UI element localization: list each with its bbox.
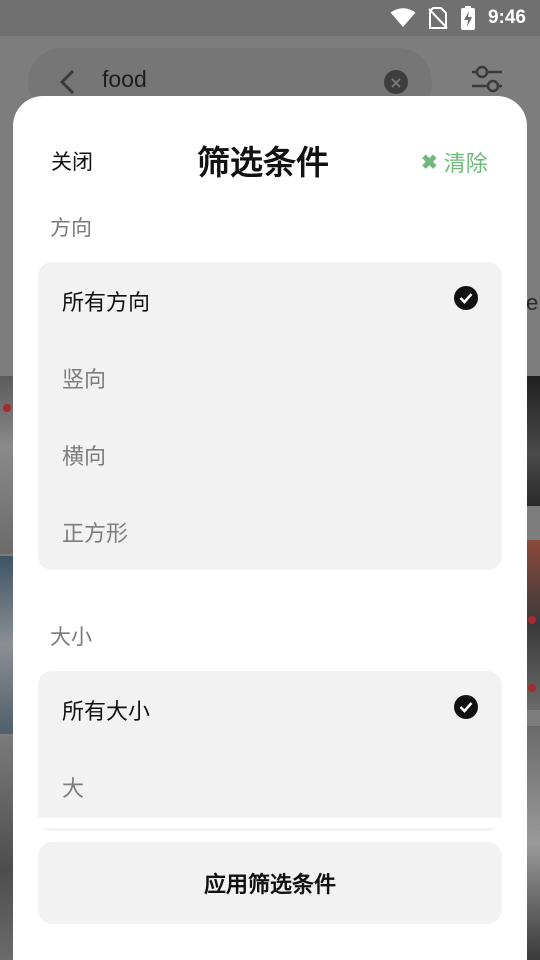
x-icon: ✖ xyxy=(421,151,438,174)
photo-thumbnail xyxy=(0,736,13,960)
status-time: 9:46 xyxy=(487,7,526,28)
photo-thumbnail xyxy=(0,556,13,734)
size-section-label: 大小 xyxy=(50,626,92,649)
peek-text: e xyxy=(526,290,539,315)
option-large[interactable]: 大 xyxy=(38,748,502,825)
filter-sheet: 关闭 筛选条件 ✖ 清除 方向 所有方向 竖向 横向 正方形 大小 所有大小 大… xyxy=(13,96,527,960)
option-all-orientations[interactable]: 所有方向 xyxy=(38,262,502,339)
option-portrait[interactable]: 竖向 xyxy=(38,339,502,416)
size-options: 所有大小 大 xyxy=(38,671,502,831)
scroll-fade xyxy=(13,818,527,828)
option-label: 正方形 xyxy=(62,520,129,546)
option-landscape[interactable]: 横向 xyxy=(38,416,502,493)
photo-thumbnail xyxy=(527,376,540,506)
option-label: 竖向 xyxy=(62,366,107,392)
clear-button[interactable]: ✖ 清除 xyxy=(421,146,488,178)
search-query: food xyxy=(102,66,147,92)
apply-filters-button[interactable]: 应用筛选条件 xyxy=(38,842,502,924)
sliders-icon xyxy=(472,65,502,93)
battery-charging-icon xyxy=(460,6,475,30)
option-label: 所有大小 xyxy=(62,698,151,724)
option-label: 横向 xyxy=(62,443,107,469)
status-bar: 9:46 xyxy=(0,0,540,36)
chevron-left-icon xyxy=(59,69,75,95)
photo-detail xyxy=(3,404,11,412)
photo-thumbnail xyxy=(527,726,540,960)
orientation-options: 所有方向 竖向 横向 正方形 xyxy=(38,262,502,570)
clear-label: 清除 xyxy=(443,151,488,176)
orientation-section-label: 方向 xyxy=(50,217,92,240)
clear-circle-icon: × xyxy=(384,70,408,94)
option-all-sizes[interactable]: 所有大小 xyxy=(38,671,502,748)
photo-detail xyxy=(528,616,536,624)
option-label: 大 xyxy=(62,775,85,801)
no-sim-icon xyxy=(428,7,448,29)
option-label: 所有方向 xyxy=(62,289,151,315)
photo-detail xyxy=(528,684,536,692)
option-square[interactable]: 正方形 xyxy=(38,493,502,570)
wifi-icon xyxy=(390,8,416,27)
photo-thumbnail xyxy=(0,376,13,554)
check-icon xyxy=(454,695,478,719)
check-icon xyxy=(454,286,478,310)
